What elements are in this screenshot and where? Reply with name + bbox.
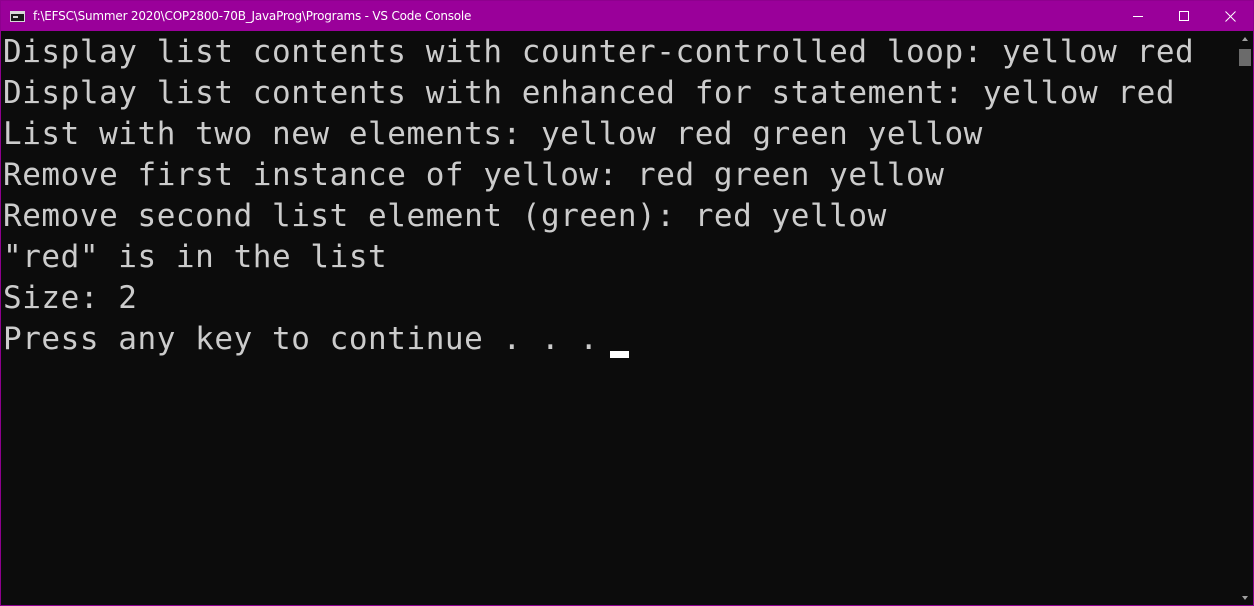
console-line: Size: 2 [3,280,138,316]
console-line: Display list contents with counter-contr… [3,34,1195,70]
console-line: "red" is in the list [3,239,388,275]
console-line: Remove second list element (green): red … [3,198,887,234]
window-controls [1115,1,1253,31]
console-prompt-line: Press any key to continue . . . [3,321,618,357]
scroll-thumb[interactable] [1239,49,1251,66]
title-bar[interactable]: f:\EFSC\Summer 2020\COP2800-70B_JavaProg… [1,1,1253,31]
maximize-button[interactable] [1161,1,1207,31]
console-output[interactable]: Display list contents with counter-contr… [1,32,1237,605]
console-line: Display list contents with enhanced for … [3,75,1176,111]
maximize-icon [1178,10,1189,21]
text-cursor [610,351,629,358]
minimize-button[interactable] [1115,1,1161,31]
scroll-down-arrow-icon[interactable] [1242,596,1248,600]
window-title: f:\EFSC\Summer 2020\COP2800-70B_JavaProg… [33,9,472,23]
console-app-icon[interactable] [10,10,25,22]
console-window: f:\EFSC\Summer 2020\COP2800-70B_JavaProg… [0,0,1254,606]
scroll-up-arrow-icon[interactable] [1242,37,1248,41]
close-button[interactable] [1207,1,1253,31]
minimize-icon [1132,15,1143,17]
vertical-scrollbar[interactable] [1237,32,1253,605]
close-icon [1224,10,1236,22]
console-line: List with two new elements: yellow red g… [3,116,983,152]
console-line: Remove first instance of yellow: red gre… [3,157,945,193]
